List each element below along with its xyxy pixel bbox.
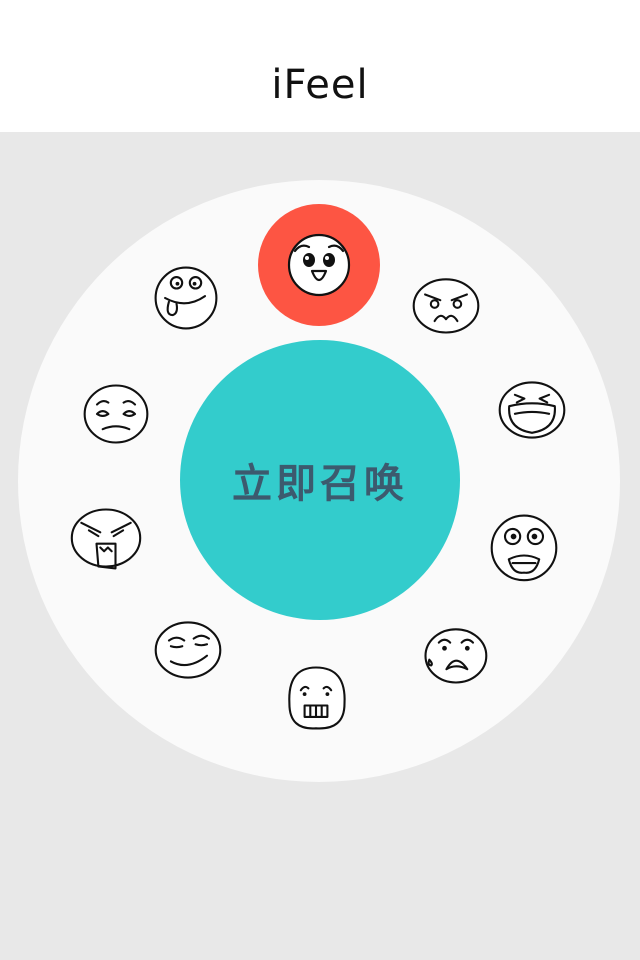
excited-face-icon bbox=[287, 233, 351, 297]
app-header: iFeel bbox=[0, 0, 640, 132]
crying-face-icon bbox=[498, 381, 566, 439]
emoji-sad-button[interactable] bbox=[76, 374, 156, 454]
emoji-nervous-button[interactable] bbox=[276, 656, 356, 736]
app-title: iFeel bbox=[271, 62, 369, 108]
scared-face-icon bbox=[424, 628, 488, 684]
shocked-face-icon bbox=[490, 514, 558, 582]
smug-face-icon bbox=[154, 621, 222, 679]
emoji-scared-button[interactable] bbox=[414, 614, 494, 694]
emoji-rage-button[interactable] bbox=[66, 498, 146, 578]
rage-face-icon bbox=[70, 508, 142, 570]
angry-face-icon bbox=[412, 278, 480, 334]
emoji-silly-button[interactable] bbox=[146, 258, 226, 338]
summon-button[interactable]: 立即召唤 bbox=[180, 340, 460, 620]
summon-button-label: 立即召唤 bbox=[232, 460, 408, 507]
emoji-shocked-button[interactable] bbox=[484, 506, 564, 586]
emoji-excited-button[interactable] bbox=[258, 204, 380, 326]
nervous-face-icon bbox=[288, 666, 346, 730]
emoji-smug-button[interactable] bbox=[148, 610, 228, 690]
emoji-crying-button[interactable] bbox=[492, 370, 572, 450]
emoji-angry-button[interactable] bbox=[406, 264, 486, 344]
silly-face-icon bbox=[154, 266, 218, 330]
sad-face-icon bbox=[83, 384, 149, 444]
